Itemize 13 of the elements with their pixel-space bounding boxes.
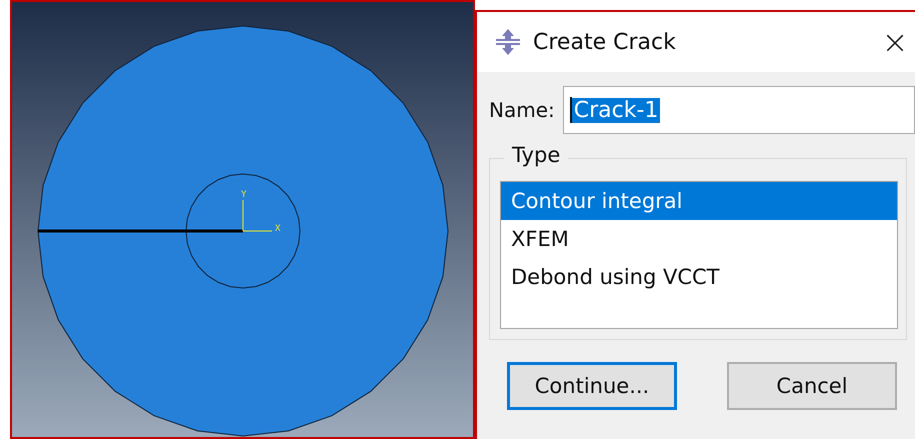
list-item[interactable]: Debond using VCCT [501, 258, 897, 296]
app-icon [493, 27, 523, 57]
cancel-button[interactable]: Cancel [727, 362, 897, 410]
name-field[interactable]: Crack-1 [562, 86, 915, 134]
y-axis-label: Y [241, 190, 246, 200]
axis-triad [242, 200, 272, 232]
list-item[interactable]: Contour integral [501, 182, 897, 220]
list-item[interactable]: XFEM [501, 220, 897, 258]
name-label: Name: [489, 98, 555, 122]
continue-button[interactable]: Continue... [507, 362, 677, 410]
x-axis-label: X [275, 224, 280, 234]
window-title: Create Crack [533, 30, 677, 54]
close-button[interactable]: × [875, 17, 915, 67]
